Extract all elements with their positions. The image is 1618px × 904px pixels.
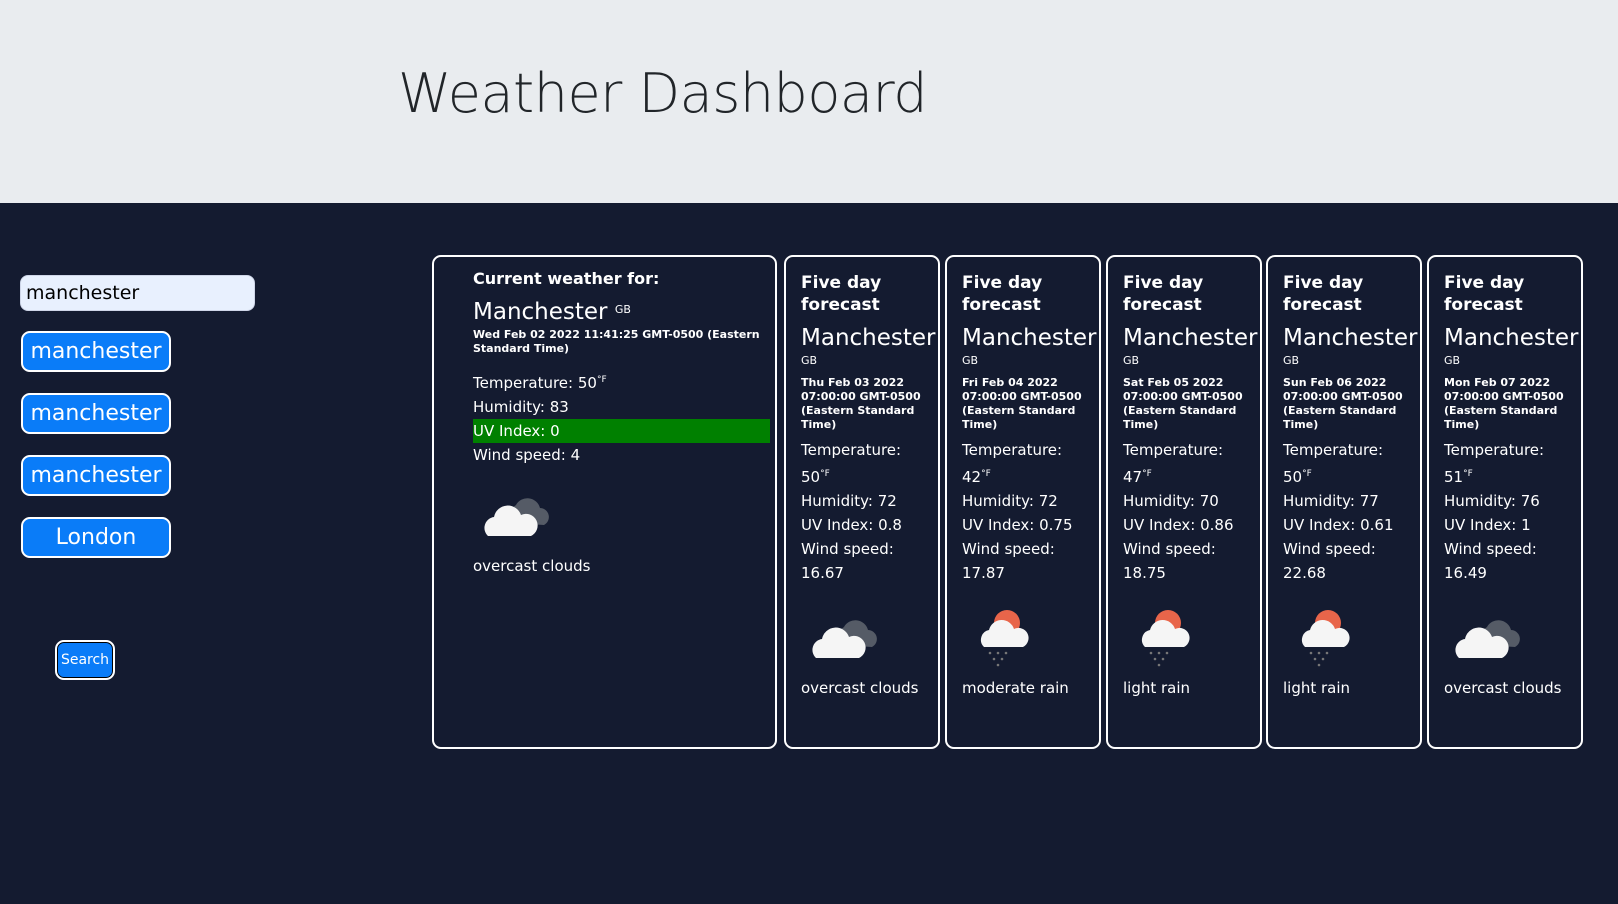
search-input[interactable] (20, 275, 255, 311)
country-code: GB (1283, 354, 1300, 367)
forecast-date: Sat Feb 05 2022 07:00:00 GMT-0500 (Easte… (1123, 376, 1243, 431)
temperature-number: 51 (1444, 468, 1464, 486)
current-date: Wed Feb 02 2022 11:41:25 GMT-0500 (Easte… (473, 328, 760, 355)
wind-speed-label: Wind speed: (962, 540, 1055, 558)
city-name: Manchester GB (473, 298, 770, 326)
temperature-number: 47 (1123, 468, 1143, 486)
page-title: Weather Dashboard (398, 62, 928, 125)
weather-description: overcast clouds (1444, 679, 1562, 697)
temperature-number: 50 (1283, 468, 1303, 486)
weather-description: moderate rain (962, 679, 1069, 697)
forecast-card: Five day forecast Manchester GB Sun Feb … (1266, 255, 1422, 749)
forecast-card: Five day forecast Manchester GB Fri Feb … (945, 255, 1101, 749)
temperature-unit: °F (596, 375, 607, 385)
wind-speed: Wind speed: 4 (473, 446, 581, 464)
city-name: Manchester (1283, 325, 1418, 351)
uv-index: UV Index: 0 (473, 419, 770, 443)
wind-speed-value: 18.75 (1123, 564, 1166, 582)
temperature-unit: °F (1302, 469, 1312, 479)
country-code: GB (1444, 354, 1461, 367)
country-code: GB (614, 303, 631, 316)
country-code: GB (1123, 354, 1140, 367)
humidity: Humidity: 76 (1444, 492, 1540, 510)
city-name: Manchester (801, 325, 936, 351)
temperature-number: 50 (801, 468, 821, 486)
overcast-clouds-icon (1444, 603, 1577, 673)
temperature-label: Temperature: (801, 441, 902, 459)
rain-icon (962, 603, 1095, 673)
search-button[interactable]: Search (55, 640, 115, 680)
temperature-value: 47°F (1123, 462, 1256, 489)
forecast-heading: Five day forecast (801, 273, 882, 315)
wind-speed-label: Wind speed: (1444, 540, 1537, 558)
forecast-date: Thu Feb 03 2022 07:00:00 GMT-0500 (Easte… (801, 376, 921, 431)
forecast-date: Mon Feb 07 2022 07:00:00 GMT-0500 (Easte… (1444, 376, 1564, 431)
forecast-heading: Five day forecast (962, 273, 1043, 315)
humidity: Humidity: 83 (473, 398, 569, 416)
history-button[interactable]: manchester (21, 393, 171, 434)
page-header: Weather Dashboard (0, 0, 1618, 203)
wind-speed-label: Wind speed: (1123, 540, 1216, 558)
humidity: Humidity: 70 (1123, 492, 1219, 510)
city-label: Manchester (473, 299, 608, 325)
wind-speed-value: 17.87 (962, 564, 1005, 582)
city-name: Manchester (1123, 325, 1258, 351)
humidity: Humidity: 77 (1283, 492, 1379, 510)
overcast-clouds-icon (801, 603, 934, 673)
temperature-number: 42 (962, 468, 982, 486)
temperature-unit: °F (820, 469, 830, 479)
temperature-label: Temperature: (1123, 441, 1224, 459)
forecast-heading: Five day forecast (1444, 273, 1525, 315)
temperature-label: Temperature: (1283, 441, 1384, 459)
temperature-value: 42°F (962, 462, 1095, 489)
overcast-clouds-icon (473, 481, 770, 551)
rain-icon (1283, 603, 1416, 673)
history-button[interactable]: manchester (21, 455, 171, 496)
temperature-unit: °F (1463, 469, 1473, 479)
temperature-label: Temperature: (962, 441, 1063, 459)
wind-speed-value: 22.68 (1283, 564, 1326, 582)
forecast-card: Five day forecast Manchester GB Thu Feb … (784, 255, 940, 749)
forecast-card: Five day forecast Manchester GB Mon Feb … (1427, 255, 1583, 749)
humidity: Humidity: 72 (801, 492, 897, 510)
weather-description: light rain (1123, 679, 1191, 697)
wind-speed-label: Wind speed: (1283, 540, 1376, 558)
city-name: Manchester (1444, 325, 1579, 351)
uv-index: UV Index: 0.8 (801, 516, 902, 534)
forecast-date: Sun Feb 06 2022 07:00:00 GMT-0500 (Easte… (1283, 376, 1403, 431)
uv-index: UV Index: 0.61 (1283, 516, 1394, 534)
uv-index: UV Index: 1 (1444, 516, 1531, 534)
forecast-date: Fri Feb 04 2022 07:00:00 GMT-0500 (Easte… (962, 376, 1082, 431)
weather-description: overcast clouds (473, 557, 591, 575)
temperature-value: 50°F (1283, 462, 1416, 489)
wind-speed-label: Wind speed: (801, 540, 894, 558)
wind-speed-value: 16.49 (1444, 564, 1487, 582)
city-name: Manchester (962, 325, 1097, 351)
temperature-label: Temperature: (1444, 441, 1545, 459)
history-button[interactable]: manchester (21, 331, 171, 372)
forecast-heading: Five day forecast (1123, 273, 1204, 315)
temperature: Temperature: 50°F (473, 368, 770, 395)
current-heading: Current weather for: (473, 269, 660, 288)
uv-index: UV Index: 0.86 (1123, 516, 1234, 534)
forecast-card: Five day forecast Manchester GB Sat Feb … (1106, 255, 1262, 749)
country-code: GB (801, 354, 818, 367)
humidity: Humidity: 72 (962, 492, 1058, 510)
country-code: GB (962, 354, 979, 367)
uv-index: UV Index: 0.75 (962, 516, 1073, 534)
wind-speed-value: 16.67 (801, 564, 844, 582)
history-button[interactable]: London (21, 517, 171, 558)
current-weather-card: Current weather for: Manchester GB Wed F… (432, 255, 777, 749)
weather-description: light rain (1283, 679, 1351, 697)
temperature-unit: °F (1142, 469, 1152, 479)
temperature-value: 50°F (801, 462, 934, 489)
forecast-heading: Five day forecast (1283, 273, 1364, 315)
rain-icon (1123, 603, 1256, 673)
temperature-value: 51°F (1444, 462, 1577, 489)
weather-description: overcast clouds (801, 679, 919, 697)
temperature-label: Temperature: 50 (473, 374, 597, 392)
temperature-unit: °F (981, 469, 991, 479)
